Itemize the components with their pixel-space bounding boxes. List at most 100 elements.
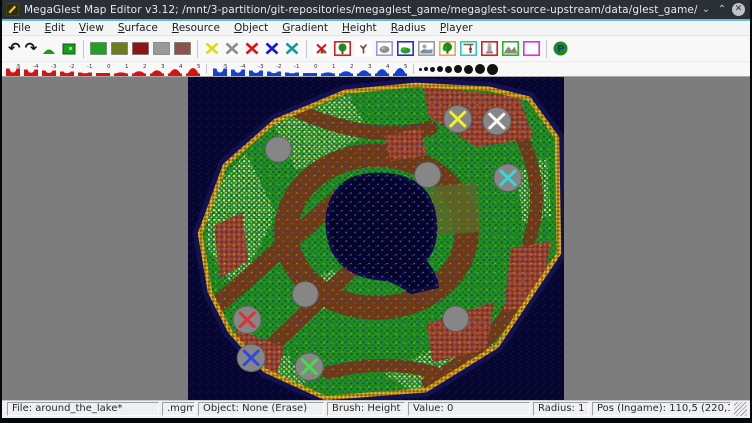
radius-dot-icon — [445, 66, 452, 73]
surface-swatch-icon — [174, 42, 191, 55]
height-brush--3[interactable]: -3 — [40, 62, 58, 76]
object-statue-button[interactable] — [479, 36, 500, 61]
resource-custom-3-button[interactable] — [282, 36, 302, 61]
object-erase-icon — [313, 41, 330, 56]
undo-button[interactable]: ↶ — [6, 36, 23, 61]
radius-brush-8[interactable] — [474, 62, 486, 76]
object-water-object-button[interactable] — [416, 36, 437, 61]
height-brush-4[interactable]: 4 — [166, 62, 184, 76]
menu-surface[interactable]: Surface — [111, 22, 165, 34]
player-start-button[interactable]: P — [551, 36, 570, 61]
undo-icon: ↶ — [8, 41, 21, 56]
redo-button[interactable]: ↷ — [23, 36, 40, 61]
height-brush-2[interactable]: 2 — [130, 62, 148, 76]
surface-tile-button[interactable] — [59, 36, 79, 61]
brush-shape-icon: -2 — [266, 63, 282, 76]
gradient-brush-1[interactable]: 1 — [319, 62, 337, 76]
menu-edit[interactable]: Edit — [38, 22, 72, 34]
menu-file[interactable]: File — [6, 22, 38, 34]
menu-gradient[interactable]: Gradient — [275, 22, 335, 34]
gradient-brush-4[interactable]: 4 — [373, 62, 391, 76]
height-brush--4[interactable]: -4 — [22, 62, 40, 76]
object-erase-button[interactable] — [311, 36, 332, 61]
gradient-brush--1[interactable]: -1 — [283, 62, 301, 76]
surface-grass-button[interactable] — [88, 36, 109, 61]
map-image[interactable] — [188, 77, 564, 400]
svg-text:4: 4 — [179, 64, 183, 70]
gradient-brush-3[interactable]: 3 — [355, 62, 373, 76]
surface-swatch-icon — [132, 42, 149, 55]
radius-brush-6[interactable] — [453, 62, 463, 76]
object-big-tree-button[interactable] — [437, 36, 458, 61]
resource-custom-2-button[interactable] — [262, 36, 282, 61]
radius-brush-3[interactable] — [429, 62, 436, 76]
radius-brush-4[interactable] — [436, 62, 444, 76]
close-button[interactable]: ✕ — [732, 3, 745, 16]
player-4-start-marker — [233, 306, 261, 333]
resource-custom-1-button[interactable] — [242, 36, 262, 61]
radius-brush-7[interactable] — [463, 62, 474, 76]
gradient-brush-5[interactable]: 5 — [391, 62, 409, 76]
surface-secondary-grass-button[interactable] — [109, 36, 130, 61]
gradient-brush--4[interactable]: -4 — [229, 62, 247, 76]
svg-text:0: 0 — [314, 64, 318, 70]
menu-height[interactable]: Height — [335, 22, 384, 34]
status-object: Object: None (Erase) — [198, 402, 324, 416]
height-brush-1[interactable]: 1 — [112, 62, 130, 76]
resize-grip[interactable] — [734, 402, 747, 416]
surface-swatch-icon — [90, 42, 107, 55]
radius-brush-5[interactable] — [444, 62, 453, 76]
object-bush-button[interactable] — [395, 36, 416, 61]
height-brush-0[interactable]: 0 — [94, 62, 112, 76]
height-brush--5[interactable]: -5 — [4, 62, 22, 76]
gradient-brush--2[interactable]: -2 — [265, 62, 283, 76]
gradient-brush-2[interactable]: 2 — [337, 62, 355, 76]
resource-stone-button[interactable] — [222, 36, 242, 61]
height-brush--2[interactable]: -2 — [58, 62, 76, 76]
app-window: MegaGlest Map Editor v3.12; /mnt/3-parti… — [2, 0, 750, 418]
radius-brush-9[interactable] — [486, 62, 499, 76]
radius-dot-icon — [430, 67, 435, 72]
menu-player[interactable]: Player — [433, 22, 480, 34]
menu-object[interactable]: Object — [227, 22, 275, 34]
svg-text:-1: -1 — [294, 64, 299, 70]
object-tree-button[interactable] — [332, 36, 353, 61]
svg-text:1: 1 — [332, 64, 336, 70]
object-mountain-button[interactable] — [500, 36, 521, 61]
object-hanged-button[interactable] — [458, 36, 479, 61]
surface-road-button[interactable] — [130, 36, 151, 61]
surface-stone-button[interactable] — [151, 36, 172, 61]
menu-radius[interactable]: Radius — [384, 22, 433, 34]
height-brush-5[interactable]: 5 — [184, 62, 202, 76]
maximize-button[interactable]: ⌃ — [714, 0, 730, 19]
radius-dot-icon — [475, 64, 485, 74]
object-hanged-icon — [460, 41, 477, 56]
brush-toolbar: -5-4-3-2-1012345-5-4-3-2-1012345 — [2, 61, 750, 76]
height-brush--1[interactable]: -1 — [76, 62, 94, 76]
brush-shape-icon: -4 — [23, 63, 39, 76]
minimize-button[interactable]: ⌄ — [698, 0, 714, 19]
menu-view[interactable]: View — [72, 22, 111, 34]
height-brush-3[interactable]: 3 — [148, 62, 166, 76]
object-stone-button[interactable] — [374, 36, 395, 61]
radius-dot-icon — [437, 66, 443, 72]
gradient-brush-0[interactable]: 0 — [301, 62, 319, 76]
object-invisible-block-button[interactable] — [521, 36, 542, 61]
brush-shape-icon: -1 — [284, 63, 300, 76]
object-statue-icon — [481, 41, 498, 56]
map-canvas[interactable] — [2, 76, 750, 401]
menu-resource[interactable]: Resource — [165, 22, 227, 34]
surface-ground-button[interactable] — [172, 36, 193, 61]
object-dead-tree-button[interactable] — [353, 36, 374, 61]
brush-shape-icon: 0 — [95, 63, 111, 76]
resource-gold-button[interactable] — [202, 36, 222, 61]
height-hill-button[interactable] — [39, 36, 59, 61]
brush-shape-icon: 4 — [374, 63, 390, 76]
stone-patch — [292, 282, 318, 307]
svg-text:5: 5 — [197, 64, 201, 70]
gradient-brush--5[interactable]: -5 — [211, 62, 229, 76]
status-bar: File: around_the_lake*.mgmObject: None (… — [2, 401, 750, 418]
gradient-brush--3[interactable]: -3 — [247, 62, 265, 76]
title-bar[interactable]: MegaGlest Map Editor v3.12; /mnt/3-parti… — [2, 0, 750, 19]
resource-x-icon — [244, 42, 260, 55]
